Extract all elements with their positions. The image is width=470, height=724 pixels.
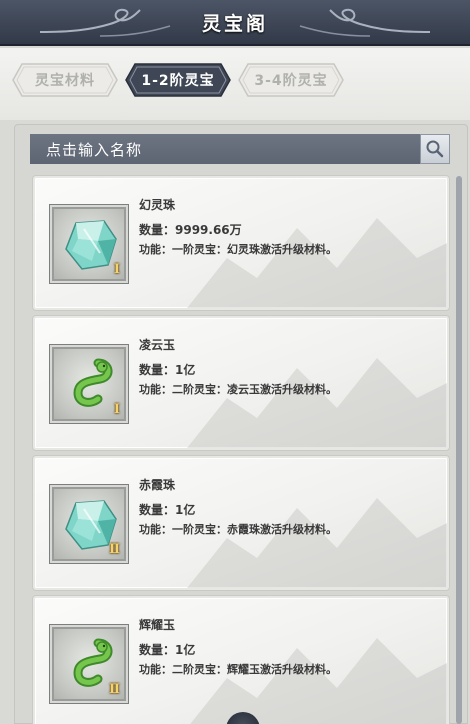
list-item[interactable]: Ⅱ 辉耀玉 数量：1亿 功能：二阶灵宝：辉耀玉激活升级材料。 xyxy=(33,596,449,724)
item-quantity: 数量：1亿 xyxy=(139,503,196,517)
item-function: 功能：一阶灵宝：幻灵珠激活升级材料。 xyxy=(139,243,337,256)
tier-badge: Ⅰ xyxy=(113,262,120,277)
tier-badge: Ⅱ xyxy=(109,542,120,557)
tier-badge: Ⅱ xyxy=(109,682,120,697)
tab-tier-1-2[interactable]: 1-2阶灵宝 xyxy=(125,63,231,97)
tab-lingbao-materials[interactable]: 灵宝材料 xyxy=(12,63,118,97)
page-title: 灵宝阁 xyxy=(201,13,268,35)
item-function: 功能：二阶灵宝：辉耀玉激活升级材料。 xyxy=(139,663,337,676)
tab-label: 1-2阶灵宝 xyxy=(141,73,215,89)
magnifier-icon xyxy=(426,140,444,158)
item-slot[interactable]: Ⅰ xyxy=(49,204,129,284)
list-item[interactable]: Ⅰ 幻灵珠 数量：9999.66万 功能：一阶灵宝：幻灵珠激活升级材料。 xyxy=(33,176,449,310)
item-quantity: 数量：1亿 xyxy=(139,643,196,657)
item-slot[interactable]: Ⅱ xyxy=(49,484,129,564)
tab-label: 3-4阶灵宝 xyxy=(254,73,328,89)
item-quantity: 数量：1亿 xyxy=(139,363,196,377)
list-item[interactable]: Ⅰ 凌云玉 数量：1亿 功能：二阶灵宝：凌云玉激活升级材料。 xyxy=(33,316,449,450)
item-quantity: 数量：9999.66万 xyxy=(139,223,242,237)
item-slot[interactable]: Ⅱ xyxy=(49,624,129,704)
item-function: 功能：二阶灵宝：凌云玉激活升级材料。 xyxy=(139,383,337,396)
tier-badge: Ⅰ xyxy=(113,402,120,417)
item-function: 功能：一阶灵宝：赤霞珠激活升级材料。 xyxy=(139,523,337,536)
item-name: 辉耀玉 xyxy=(139,618,176,632)
list-item[interactable]: Ⅱ 赤霞珠 数量：1亿 功能：一阶灵宝：赤霞珠激活升级材料。 xyxy=(33,456,449,590)
item-slot[interactable]: Ⅰ xyxy=(49,344,129,424)
search-bar[interactable]: 点击输入名称 xyxy=(30,134,450,164)
item-name: 赤霞珠 xyxy=(139,478,176,492)
tab-label: 灵宝材料 xyxy=(35,73,95,89)
list-scrollbar[interactable] xyxy=(456,176,462,724)
title-bar: 灵宝阁 xyxy=(0,0,470,46)
tab-tier-3-4[interactable]: 3-4阶灵宝 xyxy=(238,63,344,97)
item-name: 幻灵珠 xyxy=(139,198,176,212)
item-name: 凌云玉 xyxy=(139,338,176,352)
tab-bar: 灵宝材料 1-2阶灵宝 3-4阶灵宝 xyxy=(0,48,470,120)
search-input[interactable]: 点击输入名称 xyxy=(30,139,450,160)
search-button[interactable] xyxy=(420,134,450,164)
